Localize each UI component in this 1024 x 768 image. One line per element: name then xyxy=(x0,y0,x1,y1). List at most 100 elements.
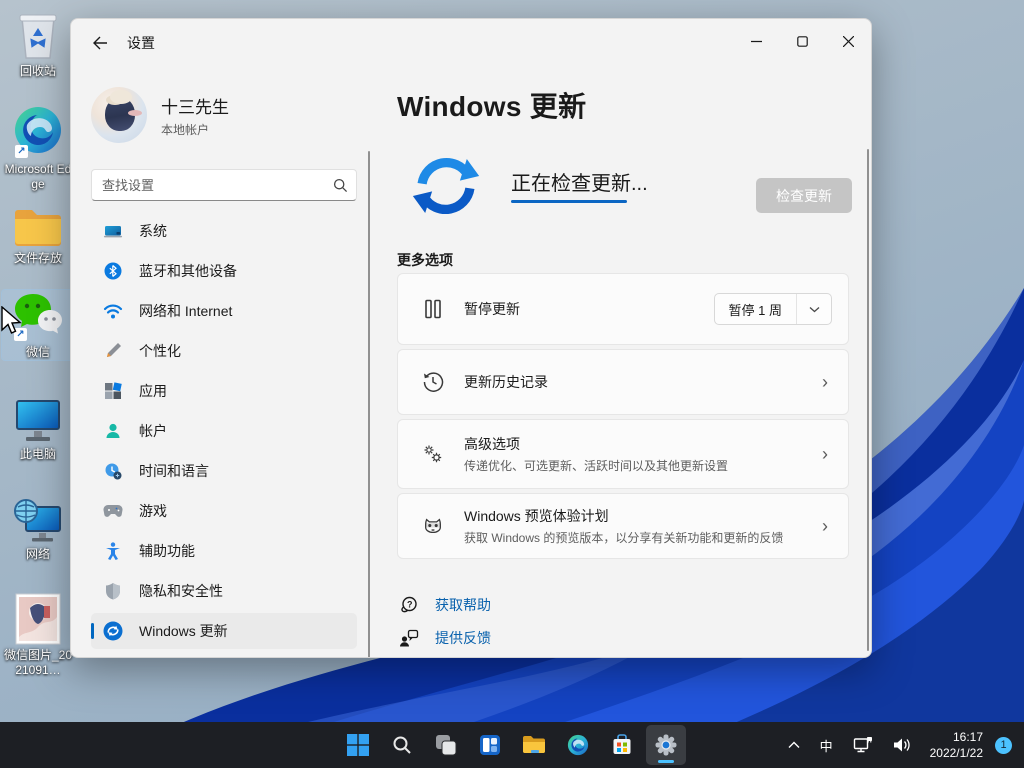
pause-duration-button[interactable]: 暂停 1 周 xyxy=(714,293,832,325)
desktop-icon-wechat-image[interactable]: 微信图片_2021091… xyxy=(2,592,74,678)
minimize-button[interactable] xyxy=(733,19,779,63)
shortcut-arrow-icon: ↗ xyxy=(15,145,28,158)
tray-time: 16:17 xyxy=(930,729,983,745)
taskbar-search-button[interactable] xyxy=(382,725,422,765)
titlebar: 设置 xyxy=(71,19,871,67)
settings-nav: 系统 蓝牙和其他设备 网络和 Internet 个性化 xyxy=(91,213,357,653)
minimize-icon xyxy=(751,36,762,47)
start-button[interactable] xyxy=(338,725,378,765)
nav-label: 帐户 xyxy=(139,421,167,441)
privacy-icon xyxy=(103,581,123,601)
windows-update-icon xyxy=(103,621,123,641)
apps-icon xyxy=(103,381,123,401)
folder-icon xyxy=(12,205,64,249)
image-file-icon xyxy=(12,592,64,646)
sync-icon xyxy=(409,149,483,223)
card-update-history[interactable]: 更新历史记录 › xyxy=(397,349,849,415)
system-tray: 中 16:17 2022/1/22 1 xyxy=(781,727,1016,763)
feedback-icon xyxy=(399,628,419,648)
desktop-icon-network[interactable]: 网络 xyxy=(2,495,74,562)
nav-item-gaming[interactable]: 游戏 xyxy=(91,493,357,529)
chevron-right-icon: › xyxy=(822,517,832,535)
nav-item-network[interactable]: 网络和 Internet xyxy=(91,293,357,329)
network-tray-button[interactable] xyxy=(846,727,880,763)
nav-item-apps[interactable]: 应用 xyxy=(91,373,357,409)
close-button[interactable] xyxy=(825,19,871,63)
search-icon xyxy=(333,178,348,193)
store-button[interactable] xyxy=(602,725,642,765)
svg-text:?: ? xyxy=(407,600,413,610)
card-subtitle: 获取 Windows 的预览版本，以分享有关新功能和更新的反馈 xyxy=(464,529,822,546)
task-view-button[interactable] xyxy=(426,725,466,765)
search-icon xyxy=(392,735,412,755)
settings-search[interactable] xyxy=(91,169,357,201)
history-icon xyxy=(422,371,444,393)
section-label: 更多选项 xyxy=(397,250,453,270)
card-title: Windows 预览体验计划 xyxy=(464,506,822,526)
volume-tray-button[interactable] xyxy=(886,727,918,763)
windows-logo-icon xyxy=(347,734,369,756)
chevron-right-icon: › xyxy=(822,445,832,463)
user-profile[interactable]: 十三先生 本地帐户 xyxy=(91,87,229,143)
back-arrow-icon xyxy=(92,36,108,50)
recycle-bin-icon xyxy=(14,12,62,62)
sidebar-scrollbar[interactable] xyxy=(368,151,370,658)
time-language-icon xyxy=(103,461,123,481)
nav-item-privacy[interactable]: 隐私和安全性 xyxy=(91,573,357,609)
clock[interactable]: 16:17 2022/1/22 xyxy=(924,729,989,761)
card-advanced-options[interactable]: 高级选项 传递优化、可选更新、活跃时间以及其他更新设置 › xyxy=(397,419,849,489)
desktop-icon-edge[interactable]: ↗ Microsoft Edge xyxy=(2,105,74,192)
file-explorer-button[interactable] xyxy=(514,725,554,765)
nav-label: 蓝牙和其他设备 xyxy=(139,261,237,281)
card-title: 高级选项 xyxy=(464,434,822,454)
store-icon xyxy=(611,734,633,756)
task-view-icon xyxy=(435,734,457,756)
insider-icon xyxy=(422,515,444,537)
content-scrollbar[interactable] xyxy=(867,149,869,651)
nav-item-accounts[interactable]: 帐户 xyxy=(91,413,357,449)
nav-item-time-language[interactable]: 时间和语言 xyxy=(91,453,357,489)
get-help-link[interactable]: ? 获取帮助 xyxy=(399,595,491,615)
card-insider-program[interactable]: Windows 预览体验计划 获取 Windows 的预览版本，以分享有关新功能… xyxy=(397,493,849,559)
ime-indicator[interactable]: 中 xyxy=(813,727,840,763)
speaker-icon xyxy=(893,737,911,753)
desktop-icon-recycle-bin[interactable]: 回收站 xyxy=(2,12,74,79)
chevron-down-icon[interactable] xyxy=(797,294,831,324)
feedback-link[interactable]: 提供反馈 xyxy=(399,628,491,648)
network-icon xyxy=(12,495,64,545)
account-type: 本地帐户 xyxy=(161,121,229,138)
back-button[interactable] xyxy=(83,28,117,58)
system-icon xyxy=(103,221,123,241)
settings-button[interactable] xyxy=(646,725,686,765)
card-title: 更新历史记录 xyxy=(464,372,822,392)
card-pause-updates: 暂停更新 暂停 1 周 xyxy=(397,273,849,345)
nav-label: 网络和 Internet xyxy=(139,301,232,321)
page-title: Windows 更新 xyxy=(397,85,586,125)
desktop-icon-folder[interactable]: 文件存放 xyxy=(2,205,74,266)
file-explorer-icon xyxy=(522,735,546,755)
tray-overflow-button[interactable] xyxy=(781,727,807,763)
search-input[interactable] xyxy=(102,178,333,193)
nav-item-accessibility[interactable]: 辅助功能 xyxy=(91,533,357,569)
chevron-up-icon xyxy=(788,741,800,749)
pause-duration-label[interactable]: 暂停 1 周 xyxy=(715,294,797,324)
widgets-button[interactable] xyxy=(470,725,510,765)
nav-item-personalization[interactable]: 个性化 xyxy=(91,333,357,369)
settings-window: 设置 十三先生 本地帐户 xyxy=(70,18,872,658)
maximize-button[interactable] xyxy=(779,19,825,63)
edge-button[interactable] xyxy=(558,725,598,765)
pause-icon xyxy=(422,298,444,320)
check-updates-button[interactable]: 检查更新 xyxy=(756,178,852,213)
nav-item-bluetooth[interactable]: 蓝牙和其他设备 xyxy=(91,253,357,289)
notification-badge[interactable]: 1 xyxy=(995,737,1012,754)
desktop-icon-this-pc[interactable]: 此电脑 xyxy=(2,395,74,462)
wifi-icon xyxy=(103,301,123,321)
nav-label: 时间和语言 xyxy=(139,461,209,481)
personalization-icon xyxy=(103,341,123,361)
nav-label: 个性化 xyxy=(139,341,181,361)
ethernet-icon xyxy=(853,736,873,754)
accounts-icon xyxy=(103,421,123,441)
nav-item-system[interactable]: 系统 xyxy=(91,213,357,249)
nav-item-windows-update[interactable]: Windows 更新 xyxy=(91,613,357,649)
window-title: 设置 xyxy=(127,33,155,53)
